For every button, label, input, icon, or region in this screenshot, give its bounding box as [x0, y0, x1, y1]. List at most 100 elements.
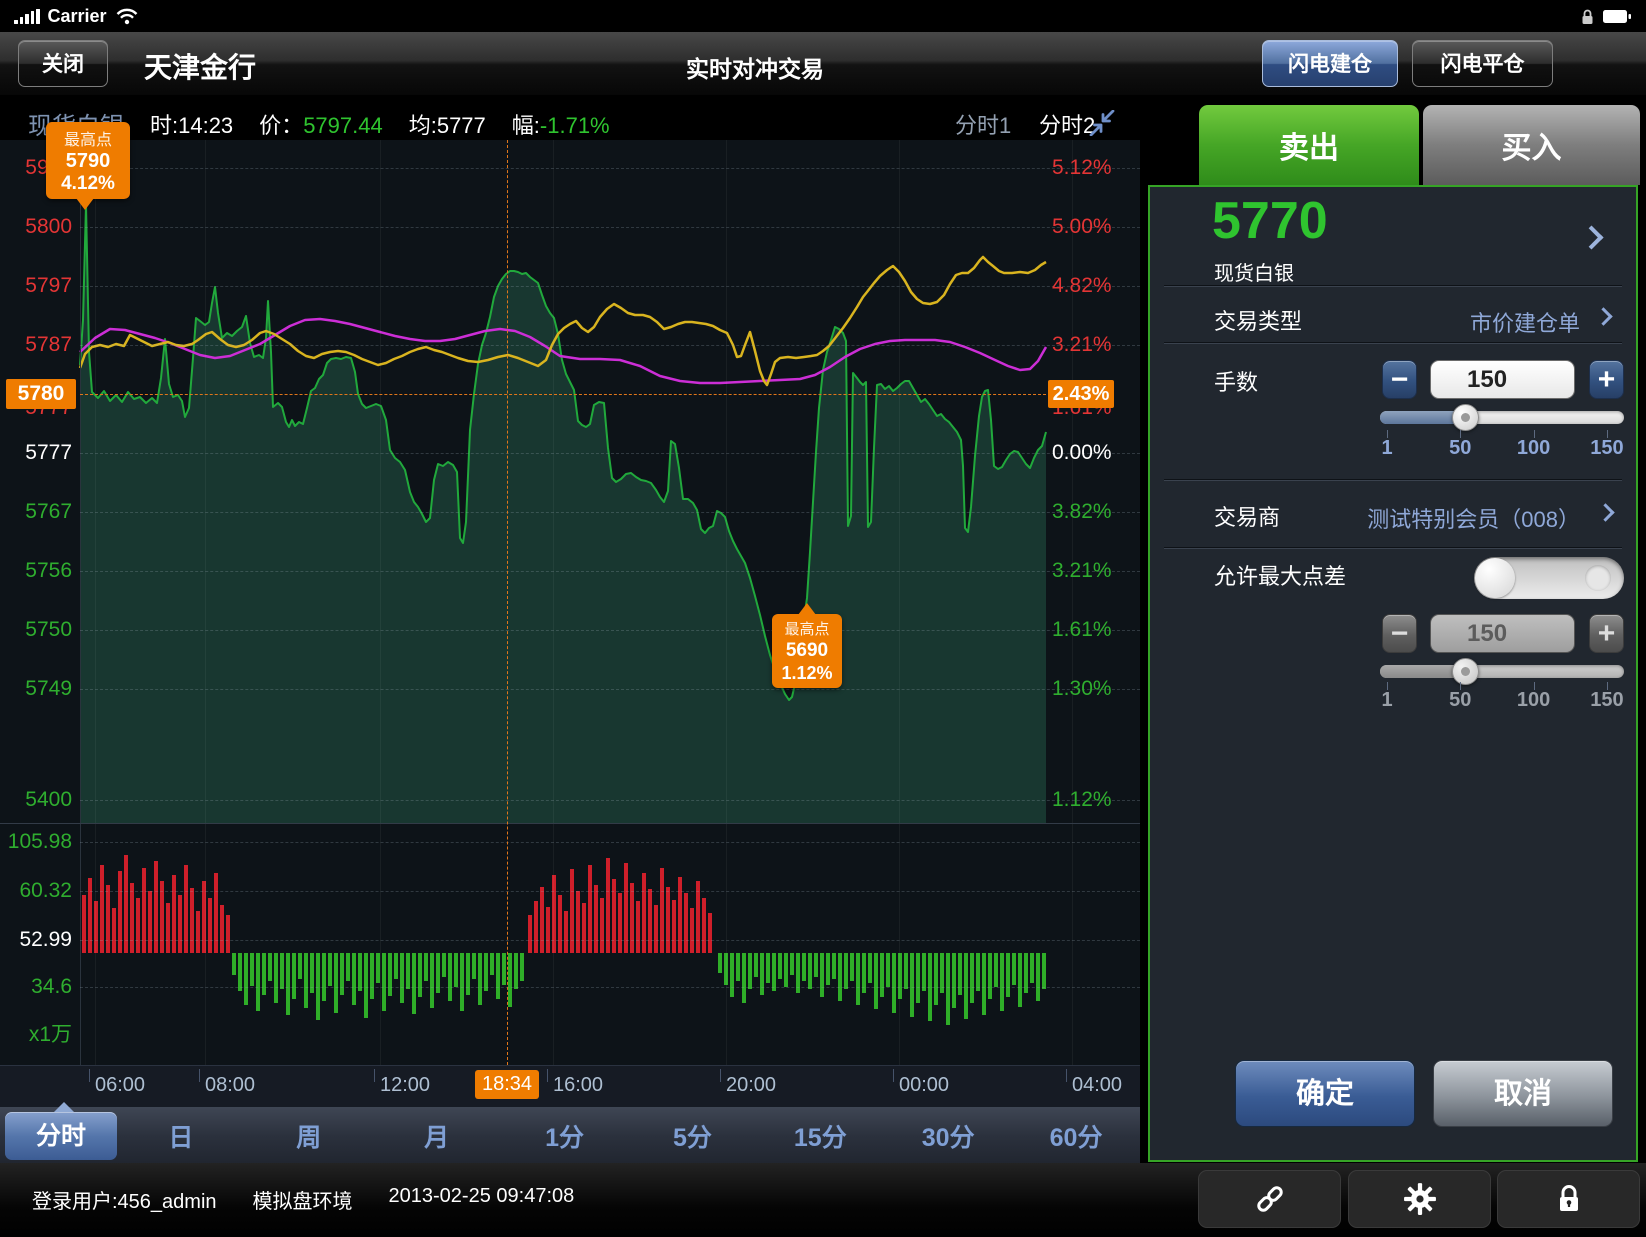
toggle-knob[interactable] — [1475, 558, 1515, 598]
chevron-right-icon[interactable] — [1596, 503, 1614, 521]
cancel-button[interactable]: 取消 — [1433, 1060, 1613, 1127]
volume-bar — [400, 953, 404, 1003]
price-axis-label-left: 5749 — [0, 677, 72, 701]
volume-bar — [820, 953, 824, 997]
volume-bar — [418, 953, 422, 997]
time-label: 20:00 — [726, 1074, 776, 1097]
timeframe-tab-周[interactable]: 周 — [245, 1118, 373, 1154]
timeframe-tab-日[interactable]: 日 — [117, 1118, 245, 1154]
confirm-button[interactable]: 确定 — [1235, 1060, 1415, 1127]
price-axis-label-right: 1.61% — [1052, 618, 1138, 642]
volume-bar — [564, 911, 568, 953]
timeframe-tab-1分[interactable]: 1分 — [501, 1118, 629, 1154]
volume-bar — [328, 953, 332, 986]
slider-tick-label: 150 — [1577, 437, 1637, 460]
chevron-right-icon[interactable] — [1594, 307, 1612, 325]
plot-left-border — [80, 140, 81, 1065]
chevron-right-icon[interactable] — [1579, 225, 1603, 249]
time-label: 06:00 — [95, 1074, 145, 1097]
volume-bar — [220, 905, 224, 953]
broker-value[interactable]: 测试特别会员（008） — [1367, 502, 1580, 534]
ios-status-bar: Carrier — [0, 0, 1646, 32]
page-title: 实时对冲交易 — [686, 50, 824, 84]
volume-bar — [244, 953, 248, 1005]
vertical-grid-line — [205, 140, 206, 1065]
volume-bar — [760, 953, 764, 995]
max-spread-toggle[interactable] — [1474, 557, 1624, 599]
volume-bar — [868, 953, 872, 983]
volume-bar — [490, 953, 494, 975]
order-type-value[interactable]: 市价建仓单 — [1470, 306, 1580, 338]
close-button[interactable]: 关闭 — [18, 40, 108, 87]
volume-bar — [406, 953, 410, 989]
volume-bar — [946, 953, 950, 1025]
volume-bar — [748, 953, 752, 989]
volume-bar — [814, 953, 818, 977]
lock-button[interactable] — [1497, 1170, 1640, 1228]
spread-slider[interactable] — [1380, 665, 1624, 678]
lots-slider[interactable] — [1380, 411, 1624, 424]
price-axis-label-left: 5767 — [0, 500, 72, 524]
app-screen: Carrier 关闭 天津金行 实时对冲交易 闪电建仓 闪电平仓 现货白 — [0, 0, 1646, 1237]
slider-tick-label: 50 — [1430, 689, 1490, 712]
timeframe-tab-15分[interactable]: 15分 — [756, 1118, 884, 1154]
price-grid-line — [80, 689, 1140, 690]
lock-icon — [1556, 1183, 1582, 1215]
volume-bar — [784, 953, 788, 987]
volume-bar — [508, 953, 512, 1007]
price-badge-left: 5780 — [6, 379, 76, 409]
lots-input[interactable] — [1430, 360, 1575, 399]
timeframe-tab-30分[interactable]: 30分 — [884, 1118, 1012, 1154]
volume-bar — [382, 953, 386, 1011]
chart-plot-area[interactable]: 最高点 5790 4.12% 最高点 5690 1.12% 59005.12%5… — [0, 140, 1140, 1065]
tab-sell[interactable]: 卖出 — [1199, 105, 1419, 185]
volume-bar — [256, 953, 260, 1011]
volume-bar — [292, 953, 296, 999]
link-button[interactable] — [1198, 1170, 1341, 1228]
volume-bar — [672, 900, 676, 953]
flash-open-position-button[interactable]: 闪电建仓 — [1262, 40, 1398, 87]
volume-bar — [262, 953, 266, 995]
quote-price: 5770 — [1212, 191, 1328, 251]
volume-bar — [448, 953, 452, 1001]
volume-bar — [886, 953, 890, 987]
volume-bar — [502, 953, 506, 985]
volume-bar — [988, 953, 992, 999]
time-label: 08:00 — [205, 1074, 255, 1097]
slider-tick-label: 150 — [1577, 689, 1637, 712]
timeframe-tab-60分[interactable]: 60分 — [1012, 1118, 1140, 1154]
lots-plus-button[interactable]: + — [1589, 360, 1624, 399]
timeframe-tab-5分[interactable]: 5分 — [629, 1118, 757, 1154]
volume-grid-line — [80, 987, 1140, 988]
volume-bar — [346, 953, 350, 981]
timeframe-tab-分时[interactable]: 分时 — [5, 1112, 117, 1160]
volume-bar — [484, 953, 488, 991]
lots-minus-button[interactable]: − — [1382, 360, 1417, 399]
timeframe-tab-月[interactable]: 月 — [373, 1118, 501, 1154]
time-tick — [199, 1069, 200, 1082]
spread-plus-button[interactable]: + — [1589, 614, 1624, 653]
tab-buy[interactable]: 买入 — [1423, 105, 1640, 185]
volume-bar — [976, 953, 980, 991]
timeframe-tab-bar: 分时日周月1分5分15分30分60分 — [0, 1107, 1140, 1165]
volume-bar — [352, 953, 356, 1005]
price-grid-line — [80, 453, 1140, 454]
lock-icon — [1581, 8, 1594, 25]
slider-knob[interactable] — [1452, 404, 1479, 431]
flash-close-position-button[interactable]: 闪电平仓 — [1412, 40, 1553, 87]
volume-bar — [1042, 953, 1046, 989]
crosshair-horizontal-line — [80, 394, 1046, 395]
volume-bar — [958, 953, 962, 995]
slider-knob[interactable] — [1452, 658, 1479, 685]
minute-tab-1[interactable]: 分时1 — [955, 108, 1011, 140]
spread-input[interactable] — [1430, 614, 1575, 653]
time-label: 00:00 — [899, 1074, 949, 1097]
chart-price: 价：5797.44 — [259, 108, 383, 140]
volume-bar — [520, 953, 524, 981]
volume-bar — [754, 953, 758, 977]
volume-bar — [952, 953, 956, 1008]
settings-button[interactable] — [1348, 1170, 1491, 1228]
spread-minus-button[interactable]: − — [1382, 614, 1417, 653]
collapse-chart-icon[interactable] — [1088, 110, 1116, 136]
volume-bar — [678, 877, 682, 953]
